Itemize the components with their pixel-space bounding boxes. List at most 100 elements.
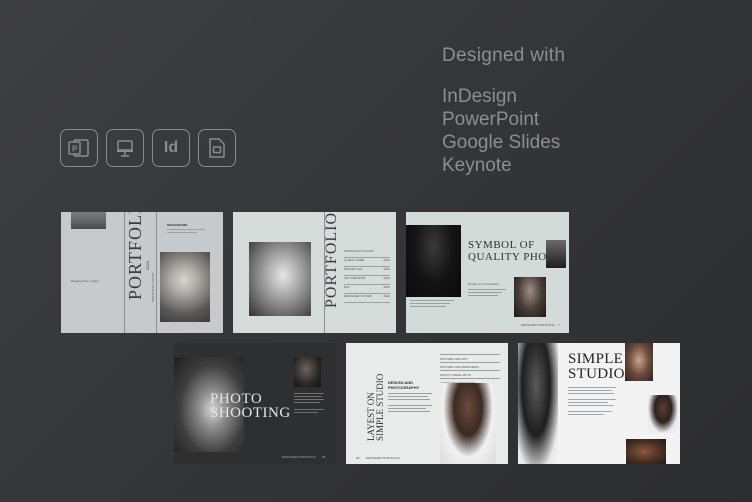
text-line (294, 393, 324, 394)
slide-vert-title-2: SIMPLE STUDIO (375, 373, 385, 441)
text-line (568, 399, 616, 400)
slide-side-label: PORTFOLIO LAYOUT (151, 272, 155, 302)
row-label: PORTFOLIO LAYOUT (344, 249, 374, 253)
slide-divider (156, 212, 157, 333)
slide-row: PICTURE FOR GIFT (440, 347, 500, 361)
text-line (388, 399, 430, 400)
slide-photo (249, 242, 311, 316)
app-icon-row: P Id (60, 129, 236, 167)
slide-photo (514, 277, 546, 317)
slide-year: 2024 (145, 261, 150, 270)
slide-text-lines (388, 393, 434, 412)
text-line (410, 306, 446, 307)
indesign-icon-label: Id (163, 139, 179, 156)
row-label: ART CREATOR (344, 276, 366, 280)
row-label: BUDGET 024 (344, 267, 363, 271)
designed-with-heading: Designed with (442, 45, 566, 66)
text-line (294, 402, 320, 403)
slide-title-2: SHOOTING (210, 405, 291, 421)
slide-page-number: 08 (322, 455, 326, 459)
slide-title-2: STUDIO (568, 366, 625, 382)
text-line (294, 412, 318, 413)
row-label: DAY (344, 285, 350, 289)
slide-portfolio-contents: PORTFOLIO PORTFOLIO LAYOUT CLIENT NAME 20… (233, 212, 396, 333)
slide-footer: DESIGNER PORTFOLIO (366, 456, 400, 460)
slide-row: DAY 2024 (344, 285, 390, 294)
slide-page-number: 28 (356, 456, 360, 460)
slide-symbol-of-quality: SYMBOL OF QUALITY PHOTO Design for 3 pre… (406, 212, 569, 333)
slide-page-number: 7 (558, 323, 560, 327)
text-line (410, 300, 454, 301)
slide-simple-studio-collage: SIMPLE STUDIO (518, 343, 680, 464)
google-slides-icon (198, 129, 236, 167)
slide-row: PHOTO THESE GIFTS (440, 363, 500, 377)
slide-photo (406, 225, 461, 297)
slide-photo (626, 439, 666, 464)
indesign-icon: Id (152, 129, 190, 167)
slide-photo-shooting: PHOTO SHOOTING DESIGNER PORTFOLIO 08 (174, 343, 336, 464)
app-list: InDesign PowerPoint Google Slides Keynot… (442, 85, 560, 177)
text-line (568, 414, 604, 415)
app-powerpoint: PowerPoint (442, 109, 540, 130)
slide-head-2: PHOTOGRAPHY (388, 385, 420, 390)
slide-rows: PORTFOLIO LAYOUT CLIENT NAME 2024 BUDGET … (344, 249, 390, 303)
slide-photo (625, 343, 653, 381)
slide-row: ART CREATOR 2024 (344, 276, 390, 285)
text-line (568, 405, 614, 406)
powerpoint-icon: P (60, 129, 98, 167)
text-line (388, 405, 432, 406)
text-line (294, 409, 324, 410)
text-line (388, 396, 428, 397)
slide-photo (546, 240, 566, 268)
svg-text:P: P (72, 145, 78, 154)
text-line (388, 393, 432, 394)
row-value: 2024 (383, 258, 390, 262)
text-line (568, 393, 614, 394)
text-line (468, 292, 502, 293)
text-line (568, 402, 608, 403)
row-value: 2024 (383, 285, 390, 289)
text-line (568, 411, 612, 412)
text-line (568, 387, 616, 388)
slide-row: BUDGET 024 2024 (344, 267, 390, 276)
app-google-slides: Google Slides (442, 132, 561, 153)
slide-text-lines (568, 387, 618, 415)
slide-photo (294, 357, 321, 387)
row-value: 2024 (383, 276, 390, 280)
slide-small-head: DESIGNNAME (167, 223, 188, 227)
text-line (468, 289, 506, 290)
text-line (294, 399, 324, 400)
text-line (568, 390, 612, 391)
slide-photo (71, 212, 106, 229)
app-keynote: Keynote (442, 155, 512, 176)
slide-title: PORTFOLIO (323, 212, 340, 308)
row-label: CLIENT NAME (344, 258, 365, 262)
slide-footer: DESIGNER PORTFOLIO (282, 455, 316, 459)
text-line (167, 229, 205, 230)
slide-footer: DESIGNER PORTFOLIO (521, 323, 555, 327)
text-line (388, 411, 430, 412)
slide-row: PICTURE FOR DESIGNERS (440, 355, 500, 369)
slide-text-lines (468, 289, 508, 296)
slide-tag: Designed for 3 years (71, 279, 99, 283)
row-label: DESIGNER STUDIO (344, 294, 372, 298)
row-value: 2024 (383, 294, 390, 298)
slide-photo (160, 252, 210, 322)
slide-title: PORTFOLIO (125, 212, 145, 300)
slide-title-1: SYMBOL OF (468, 239, 535, 251)
text-line (468, 295, 498, 296)
slide-simple-studio-text: LAYEST ON SIMPLE STUDIO DESIGN AND PHOTO… (346, 343, 508, 464)
text-line (294, 396, 322, 397)
slide-photo (648, 395, 678, 433)
slide-photo (518, 343, 558, 464)
slide-photo (440, 383, 496, 464)
slide-row: PORTFOLIO LAYOUT (344, 249, 390, 258)
slide-portfolio-cover: PORTFOLIO LAYOUT PORTFOLIO 2024 DESIGNNA… (61, 212, 223, 333)
slide-rows: PICTURE FOR GIFT PICTURE FOR DESIGNERS P… (440, 347, 500, 385)
app-indesign: InDesign (442, 86, 517, 107)
slide-sub: Design for 3 presenting (468, 282, 500, 286)
slide-row: DESIGNER STUDIO 2024 (344, 294, 390, 303)
text-line (410, 303, 450, 304)
text-line (167, 232, 197, 233)
slide-text-lines (410, 300, 455, 307)
